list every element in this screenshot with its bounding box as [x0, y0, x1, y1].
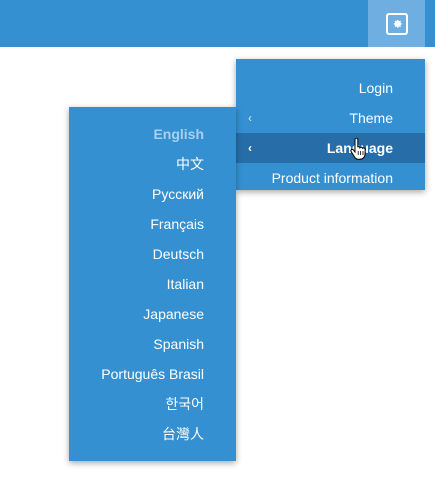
language-label: Japanese [143, 306, 204, 322]
top-bar [0, 0, 435, 47]
menu-item-login[interactable]: Login [236, 73, 425, 103]
language-label: Italian [166, 276, 204, 292]
menu-item-label: Product information [271, 170, 393, 186]
language-item-spanish[interactable]: Spanish [69, 329, 236, 359]
language-item-chinese[interactable]: 中文 [69, 149, 236, 179]
gear-icon [385, 12, 408, 35]
language-label: 한국어 [165, 396, 204, 412]
language-label: English [153, 126, 204, 142]
language-item-portuguese-brasil[interactable]: Português Brasil [69, 359, 236, 389]
language-submenu: English 中文 Русский Français Deutsch Ital… [69, 107, 236, 461]
menu-item-label: Theme [349, 110, 393, 126]
language-label: 中文 [176, 156, 204, 172]
language-label: Português Brasil [101, 366, 204, 382]
settings-menu: Login ‹ Theme ‹ Language Product informa… [236, 59, 425, 190]
hand-pointer-icon [350, 138, 366, 160]
language-item-french[interactable]: Français [69, 209, 236, 239]
language-item-korean[interactable]: 한국어 [69, 389, 236, 419]
language-item-russian[interactable]: Русский [69, 179, 236, 209]
language-label: Deutsch [152, 246, 204, 262]
menu-item-theme[interactable]: ‹ Theme [236, 103, 425, 133]
language-label: Spanish [153, 336, 204, 352]
language-label: 台灣人 [162, 426, 204, 442]
menu-item-language[interactable]: ‹ Language [236, 133, 425, 163]
menu-item-label: Login [358, 80, 393, 96]
language-item-english[interactable]: English [69, 119, 236, 149]
language-item-german[interactable]: Deutsch [69, 239, 236, 269]
settings-button[interactable] [368, 0, 425, 47]
chevron-left-icon: ‹ [248, 141, 252, 155]
language-label: Français [150, 216, 204, 232]
language-item-japanese[interactable]: Japanese [69, 299, 236, 329]
language-item-italian[interactable]: Italian [69, 269, 236, 299]
chevron-left-icon: ‹ [248, 111, 252, 125]
language-label: Русский [152, 186, 204, 202]
menu-item-product-information[interactable]: Product information [236, 163, 425, 193]
language-item-taiwanese[interactable]: 台灣人 [69, 419, 236, 449]
